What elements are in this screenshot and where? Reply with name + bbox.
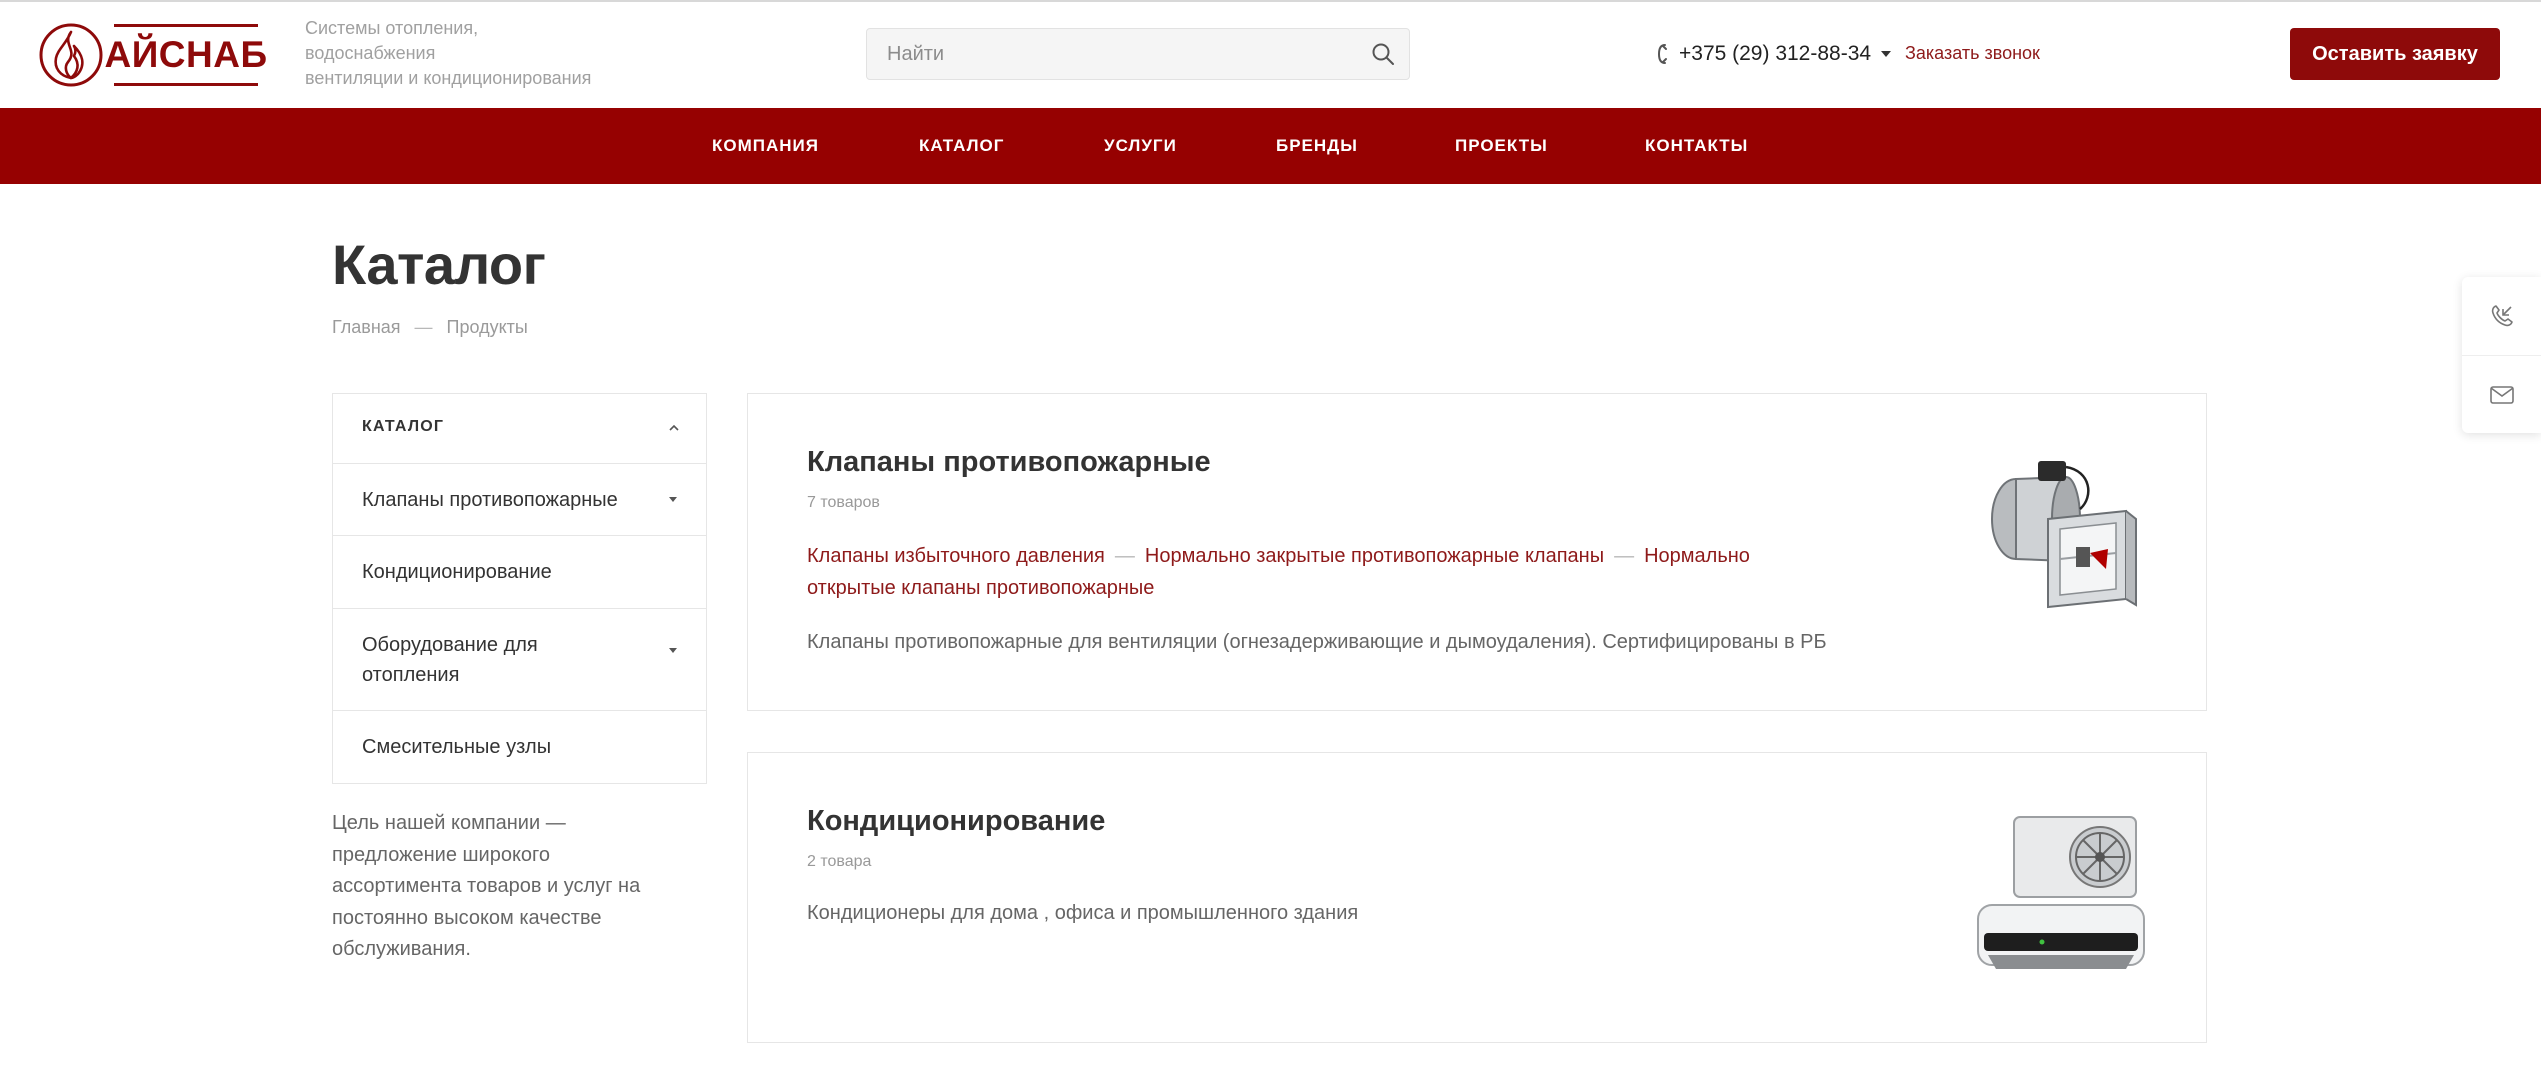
nav-item-catalog[interactable]: КАТАЛОГ <box>919 108 1004 184</box>
subcategory-link[interactable]: Клапаны избыточного давления <box>807 545 1105 567</box>
sidebar-item-label: Смесительные узлы <box>362 736 552 758</box>
chevron-up-icon[interactable] <box>669 423 679 433</box>
breadcrumb-separator: — <box>414 317 433 337</box>
company-about-text: Цель нашей компании — предложение широко… <box>332 812 641 960</box>
site-header: АЙСНАБ Системы отопления, водоснабжения … <box>0 2 2541 108</box>
logo-text: АЙСНАБ <box>104 34 268 75</box>
card-title[interactable]: Кондиционирование <box>807 805 1105 838</box>
card-description: Кондиционеры для дома , офиса и промышле… <box>807 902 1359 924</box>
chevron-down-icon[interactable] <box>669 496 677 502</box>
main-nav: КОМПАНИЯ КАТАЛОГ УСЛУГИ БРЕНДЫ ПРОЕКТЫ К… <box>0 108 2541 184</box>
sidebar-header-label: КАТАЛОГ <box>362 418 445 435</box>
chevron-down-icon[interactable] <box>669 648 677 654</box>
nav-item-company[interactable]: КОМПАНИЯ <box>712 108 819 184</box>
sidebar-item-conditioning[interactable]: Кондиционирование <box>333 536 706 609</box>
nav-item-contacts[interactable]: КОНТАКТЫ <box>1645 108 1748 184</box>
catalog-card: Клапаны противопожарные 7 товаров Клапан… <box>747 393 2207 711</box>
nav-item-projects[interactable]: ПРОЕКТЫ <box>1455 108 1548 184</box>
phone-block[interactable]: +375 (29) 312-88-34 <box>1655 39 1892 69</box>
card-description: Клапаны противопожарные для вентиляции (… <box>807 631 1827 653</box>
air-conditioner-image[interactable] <box>1976 813 2146 983</box>
breadcrumb-home[interactable]: Главная <box>332 317 401 338</box>
sidebar-item-label: Оборудование для отопления <box>362 633 538 686</box>
search-input[interactable] <box>867 29 1347 79</box>
search-icon[interactable] <box>1371 42 1395 66</box>
sidebar-header[interactable]: КАТАЛОГ <box>333 394 706 464</box>
sidebar-item-heating[interactable]: Оборудование для отопления <box>333 609 706 711</box>
card-item-count: 7 товаров <box>807 494 880 511</box>
search-box <box>866 28 1410 80</box>
tagline-line: вентиляции и кондиционирования <box>305 68 592 88</box>
logo[interactable]: АЙСНАБ <box>38 22 267 88</box>
floating-contact-widget <box>2462 277 2541 433</box>
page-title: Каталог <box>332 233 546 296</box>
email-float-button[interactable] <box>2462 355 2541 433</box>
sidebar-item-fire-valves[interactable]: Клапаны противопожарные <box>333 464 706 536</box>
card-title[interactable]: Клапаны противопожарные <box>807 446 1211 479</box>
leave-request-button[interactable]: Оставить заявку <box>2290 28 2500 80</box>
flame-logo-icon <box>39 23 103 87</box>
nav-item-brands[interactable]: БРЕНДЫ <box>1276 108 1358 184</box>
tagline: Системы отопления, водоснабжения вентиля… <box>305 16 625 91</box>
phone-number[interactable]: +375 (29) 312-88-34 <box>1679 42 1871 66</box>
sidebar-item-mixing-units[interactable]: Смесительные узлы <box>333 711 706 783</box>
phone-icon <box>1657 44 1667 64</box>
tagline-line: Системы отопления, <box>305 18 479 38</box>
breadcrumb-current: Продукты <box>446 317 528 337</box>
tagline-line: водоснабжения <box>305 43 436 63</box>
callback-link[interactable]: Заказать звонок <box>1905 43 2040 64</box>
card-subcategory-links: Клапаны избыточного давления — Нормально з… <box>807 540 1817 604</box>
link-separator: — <box>1614 545 1635 567</box>
catalog-sidebar: КАТАЛОГ Клапаны противопожарные Кондицио… <box>332 393 707 784</box>
card-item-count: 2 товара <box>807 853 872 870</box>
mail-icon <box>2489 385 2514 404</box>
incoming-call-icon <box>2491 305 2513 327</box>
breadcrumb: Главная — Продукты <box>332 317 528 338</box>
nav-item-services[interactable]: УСЛУГИ <box>1104 108 1177 184</box>
fire-valve-image[interactable] <box>1976 449 2146 619</box>
catalog-card: Кондиционирование 2 товара Кондиционеры … <box>747 752 2207 1043</box>
sidebar-item-label: Кондиционирование <box>362 561 552 583</box>
logo-wordmark: АЙСНАБ <box>104 22 267 88</box>
callback-float-button[interactable] <box>2462 277 2541 355</box>
link-separator: — <box>1114 545 1135 567</box>
subcategory-link[interactable]: Нормально закрытые противопожарные клапа… <box>1145 545 1604 567</box>
sidebar-item-label: Клапаны противопожарные <box>362 488 618 511</box>
chevron-down-icon[interactable] <box>1881 51 1892 57</box>
